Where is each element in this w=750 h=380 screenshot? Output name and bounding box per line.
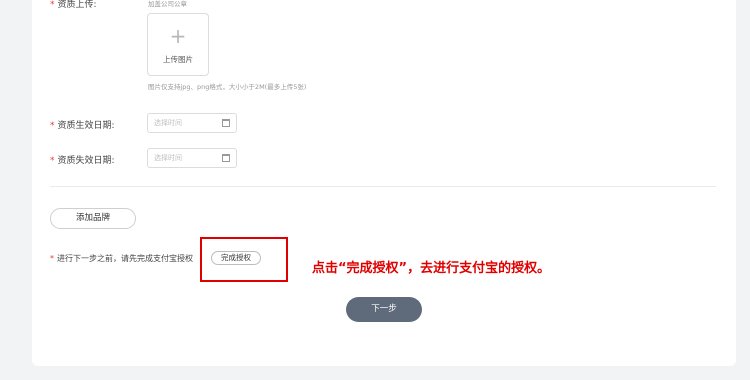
effective-date-picker[interactable]: 选择时间 xyxy=(147,113,237,133)
highlight-box xyxy=(200,237,288,282)
upload-format-hint: 图片仅支持jpg、png格式，大小小于2M(最多上传5张) xyxy=(148,83,307,91)
plus-icon: + xyxy=(169,24,187,48)
effective-date-placeholder: 选择时间 xyxy=(154,119,182,127)
upload-image-button[interactable]: + 上传图片 xyxy=(147,13,209,76)
authorization-notice: * 进行下一步之前，请先完成支付宝授权 xyxy=(50,254,193,263)
seal-hint: 加盖公司公章 xyxy=(148,0,187,8)
expiry-date-placeholder: 选择时间 xyxy=(154,154,182,162)
section-divider xyxy=(50,186,716,187)
required-mark: * xyxy=(50,0,55,10)
calendar-icon xyxy=(222,154,230,162)
expiry-date-picker[interactable]: 选择时间 xyxy=(147,148,237,168)
qualification-upload-label: * 资质上传: xyxy=(50,0,97,10)
calendar-icon xyxy=(222,119,230,127)
next-step-button[interactable]: 下一步 xyxy=(346,297,422,322)
expiry-date-label: * 资质失效日期: xyxy=(50,156,115,166)
add-brand-button[interactable]: 添加品牌 xyxy=(50,208,136,229)
upload-image-label: 上传图片 xyxy=(163,55,193,64)
annotation-text: 点击“完成授权”，去进行支付宝的授权。 xyxy=(312,261,551,276)
effective-date-label: * 资质生效日期: xyxy=(50,121,115,131)
